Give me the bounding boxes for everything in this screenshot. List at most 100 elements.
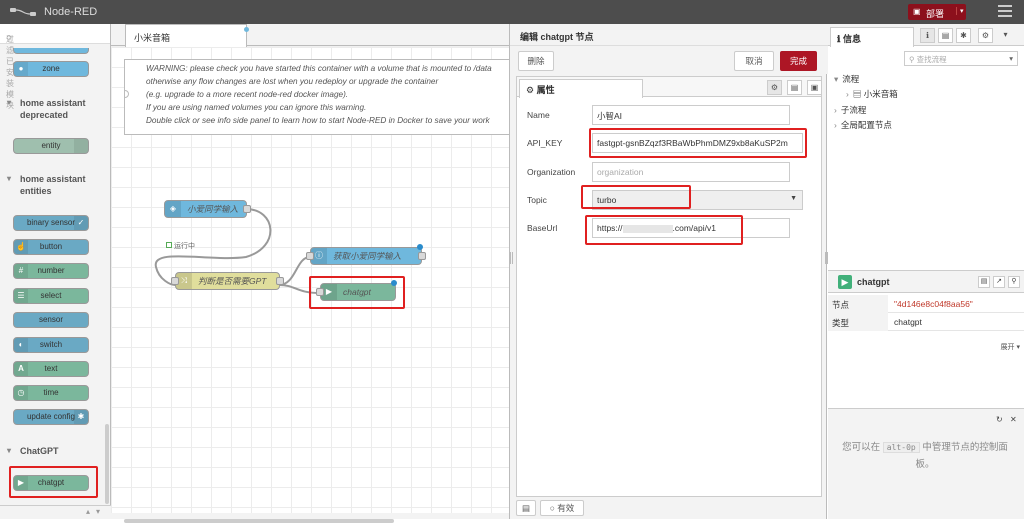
palette-category-chatgpt[interactable]: ChatGPT xyxy=(0,445,100,457)
output-port[interactable] xyxy=(243,205,251,213)
palette-node-time[interactable]: ◷ time xyxy=(13,385,89,401)
help-text: 您可以在 alt-0p 中管理节点的控制面板。 xyxy=(840,439,1010,473)
baseurl-label: BaseUrl xyxy=(527,223,558,233)
collapse-down-icon[interactable]: ▾ xyxy=(96,507,100,516)
settings-tab-icon[interactable]: ⚙ xyxy=(767,80,782,95)
text-icon: A xyxy=(14,362,28,376)
clock-icon: ◷ xyxy=(14,386,28,400)
main-menu-icon[interactable] xyxy=(998,5,1012,17)
deploy-icon: ▣ xyxy=(913,7,921,16)
palette-node-text[interactable]: Atext xyxy=(13,361,89,377)
flow-node-get[interactable]: ⓘ 获取小爱同学输入 xyxy=(306,244,426,265)
node-editor: 编辑 chatgpt 节点 删除 取消 完成 ⚙ 属性 ⚙ ▤ ▣ Name 小… xyxy=(509,24,828,519)
palette-node-partial[interactable] xyxy=(13,48,89,54)
tree-label: 流程 xyxy=(842,74,860,84)
name-field[interactable]: 小智AI xyxy=(592,105,790,125)
check-icon: ✓ xyxy=(74,216,88,230)
chevron-down-icon[interactable]: ▾ xyxy=(998,28,1013,43)
palette-category-ha-deprecated[interactable]: home assistant deprecated xyxy=(0,97,100,121)
node-palette: ⚲ 过滤已安装模块 ● zone home assistant deprecate… xyxy=(0,24,111,519)
tree-flows[interactable]: ▾ 流程 xyxy=(834,73,859,85)
palette-category-ha-entities[interactable]: home assistant entities xyxy=(0,173,100,197)
help-panel: ↻ ✕ 您可以在 alt-0p 中管理节点的控制面板。 xyxy=(828,408,1024,519)
link-icon[interactable]: ↗ xyxy=(993,276,1005,288)
palette-node-binary-sensor[interactable]: binary sensor ✓ xyxy=(13,215,89,231)
delete-button[interactable]: 删除 xyxy=(518,51,554,71)
palette-node-switch[interactable]: ◐ switch xyxy=(13,337,89,353)
output-port[interactable] xyxy=(418,252,426,260)
palette-scrollbar[interactable] xyxy=(105,424,109,504)
node-info-value: chatgpt xyxy=(894,317,922,327)
appearance-tab-icon[interactable]: ▣ xyxy=(807,80,822,95)
search-icon[interactable]: ⚲ xyxy=(1008,276,1020,288)
node-info-value[interactable]: "4d146e8c04f8aa56" xyxy=(894,299,973,309)
help-text-before: 您可以在 xyxy=(842,442,881,453)
palette-node-number[interactable]: # number xyxy=(13,263,89,279)
palette-node-label: button xyxy=(39,242,63,251)
editor-footer: ▤ ○ 有效 xyxy=(516,500,822,516)
palette-node-label: time xyxy=(43,388,59,397)
cancel-button[interactable]: 取消 xyxy=(734,51,774,71)
hash-icon: # xyxy=(14,264,28,278)
book-icon[interactable]: ▤ xyxy=(978,276,990,288)
palette-node-label: sensor xyxy=(38,315,63,324)
tab-flow-label: 小米音箱 xyxy=(134,33,171,43)
horizontal-scrollbar[interactable] xyxy=(120,519,510,524)
output-port[interactable] xyxy=(276,277,284,285)
tree-subflows[interactable]: › 子流程 xyxy=(834,104,866,116)
tree-flow-item[interactable]: › ▤ 小米音箱 xyxy=(846,88,898,100)
debug-tab-icon[interactable]: ✱ xyxy=(956,28,971,43)
book-icon[interactable]: ▤ xyxy=(516,500,536,516)
palette-node-sensor[interactable]: sensor xyxy=(13,312,89,328)
flow-node-label: 小爱同学输入 xyxy=(187,204,239,214)
palette-search-input[interactable]: ⚲ 过滤已安装模块 xyxy=(0,24,110,110)
info-tab-icon[interactable]: ℹ xyxy=(920,28,935,43)
show-more-link[interactable]: 展开 ▾ xyxy=(1001,342,1020,352)
node-info-header: ▶ chatgpt ▤ ↗ ⚲ xyxy=(828,271,1024,293)
description-tab-icon[interactable]: ▤ xyxy=(787,80,802,95)
splitter-handle[interactable] xyxy=(510,252,513,264)
organization-field[interactable]: organization xyxy=(592,162,790,182)
enabled-toggle[interactable]: ○ 有效 xyxy=(540,500,584,516)
flow-canvas[interactable]: WARNING: please check you have started t… xyxy=(111,47,509,513)
palette-node-select[interactable]: ☰ select xyxy=(13,288,89,304)
palette-node-entity[interactable]: entity xyxy=(13,138,89,154)
editor-tabs: ⚙ 属性 ⚙ ▤ ▣ xyxy=(517,77,822,98)
config-tab-icon[interactable]: ⚙ xyxy=(978,28,993,43)
help-text-after: 中管理节点的控制面板。 xyxy=(915,442,1008,470)
palette-node-label: select xyxy=(40,291,62,300)
app-title: Node-RED xyxy=(44,6,98,18)
refresh-icon[interactable]: ↻ xyxy=(996,415,1003,424)
tab-properties[interactable]: ⚙ 属性 xyxy=(519,79,643,98)
tab-properties-label: 属性 xyxy=(536,85,555,95)
organization-label: Organization xyxy=(527,167,576,177)
flow-node-input[interactable]: ◈ 小爱同学输入 xyxy=(164,200,251,218)
help-tab-icon[interactable]: ▤ xyxy=(938,28,953,43)
flow-node-label: 获取小爱同学输入 xyxy=(333,251,402,261)
close-icon[interactable]: ✕ xyxy=(1010,415,1017,424)
input-port[interactable] xyxy=(171,277,179,285)
flow-node-switch[interactable]: ⤨ 判断是否需要GPT xyxy=(171,272,284,290)
palette-node-update-config[interactable]: update config ✱ xyxy=(13,409,89,425)
collapse-up-icon[interactable]: ▴ xyxy=(86,507,90,516)
apikey-label: API_KEY xyxy=(527,138,563,148)
deploy-button[interactable]: ▣ 部署 ▾ xyxy=(908,4,966,20)
name-label: Name xyxy=(527,110,550,120)
tab-info[interactable]: ℹ 信息 xyxy=(830,27,914,47)
input-port[interactable] xyxy=(306,252,314,260)
sidebar-search-input[interactable]: ⚲ 查找流程 ▾ xyxy=(904,51,1018,66)
deploy-dropdown-icon[interactable]: ▾ xyxy=(956,7,964,15)
tab-info-label: 信息 xyxy=(842,34,861,44)
node-status: 运行中 xyxy=(166,241,195,251)
node-info-name: chatgpt xyxy=(857,277,890,287)
sidebar-search-placeholder: 查找流程 xyxy=(916,55,947,64)
done-button[interactable]: 完成 xyxy=(780,51,817,71)
highlight-box xyxy=(589,128,807,158)
tree-global-config[interactable]: › 全局配置节点 xyxy=(834,119,892,131)
palette-node-label: switch xyxy=(39,340,63,349)
gear-icon: ⚙ xyxy=(526,85,535,95)
palette-node-zone[interactable]: ● zone xyxy=(13,61,89,77)
tab-flow[interactable]: 小米音箱 xyxy=(125,24,249,47)
palette-node-button[interactable]: ☝ button xyxy=(13,239,89,255)
highlight-box xyxy=(585,215,743,245)
